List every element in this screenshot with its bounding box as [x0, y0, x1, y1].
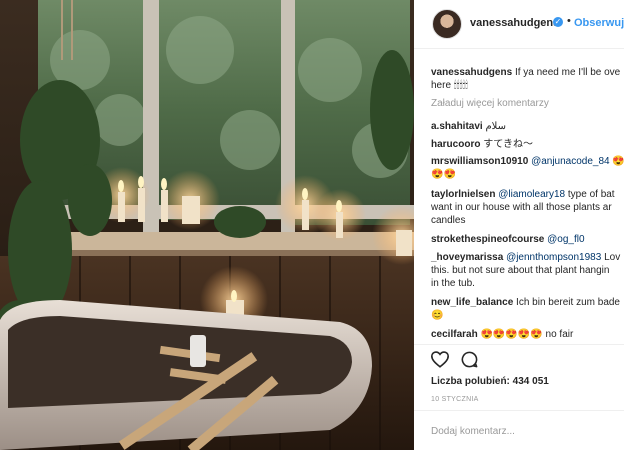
comment-text: 😍😍😍😍😍 no fair [480, 329, 574, 340]
comment-item: mrswilliamson10910 @anjunacode_84 😍😍😍 😍😍 [431, 155, 624, 181]
follow-button[interactable]: Obserwuj [574, 17, 624, 29]
comment-text: type of bat [567, 189, 615, 200]
comment-item: a.shahitavi سلام [431, 120, 624, 133]
verified-badge-icon: ✓ [553, 17, 563, 27]
comment-mention[interactable]: @jennthompson1983 [506, 252, 601, 263]
comment-username[interactable]: _hoveymarissa [431, 252, 503, 263]
comment-item: new_life_balance Ich bin bereit zum bade… [431, 296, 624, 322]
comment-username[interactable]: mrswilliamson10910 [431, 156, 528, 167]
caption-text-2: here 🕯🕯🕯🕯🕯 [431, 80, 468, 91]
comment-text: 😍😍😍 [612, 156, 624, 167]
comment-text-2: this. but not sure about that plant hang… [431, 265, 610, 276]
comment-username[interactable]: taylorlnielsen [431, 189, 495, 200]
divider [414, 410, 624, 411]
comment-item: strokethespineofcourse @og_fl0 [431, 233, 624, 246]
separator-dot: • [567, 15, 571, 27]
load-more-comments-link[interactable]: Załaduj więcej komentarzy [431, 98, 549, 109]
comment-text: すてきね〜 [483, 139, 534, 150]
comment-username[interactable]: harucooro [431, 139, 480, 150]
comment-text-2: want in our house with all those plants … [431, 202, 612, 213]
comment-username[interactable]: cecilfarah [431, 329, 478, 340]
likes-count[interactable]: Liczba polubień: 434 051 [431, 376, 549, 387]
post-header: vanessahudgens ✓ • Obserwuj [414, 0, 624, 49]
post-photo[interactable] [0, 0, 414, 450]
comment-username[interactable]: a.shahitavi [431, 121, 483, 132]
avatar[interactable] [432, 9, 462, 39]
comment-text-3: in the tub. [431, 278, 475, 289]
caption-username[interactable]: vanessahudgens [431, 67, 512, 78]
comment-mention[interactable]: @liamoleary18 [498, 189, 565, 200]
comment-mention[interactable]: @anjunacode_84 [531, 156, 610, 167]
caption: vanessahudgens If ya need me I'll be ove… [431, 66, 624, 92]
heart-icon[interactable] [430, 350, 450, 373]
comments-list: vanessahudgens If ya need me I'll be ove… [414, 58, 624, 344]
comment-username[interactable]: new_life_balance [431, 297, 513, 308]
comment-text-2: 😊 [431, 310, 444, 321]
comment-item: cecilfarah 😍😍😍😍😍 no fair [431, 328, 624, 341]
post-actions [430, 350, 510, 370]
comment-text-2: 😍😍 [431, 169, 456, 180]
comment-text: سلام [485, 121, 507, 132]
comment-mention[interactable]: @og_fl0 [547, 234, 584, 245]
bathroom-candles-image [0, 0, 414, 450]
comment-bubble-icon[interactable] [460, 350, 479, 374]
post-side-panel: vanessahudgens ✓ • Obserwuj vanessahudge… [414, 0, 624, 450]
comment-item: _hoveymarissa @jennthompson1983 Lov this… [431, 251, 624, 290]
comment-text-3: candles [431, 215, 466, 226]
header-username[interactable]: vanessahudgens [470, 17, 559, 29]
comment-text: Ich bin bereit zum bade [516, 297, 620, 308]
comment-item: taylorlnielsen @liamoleary18 type of bat… [431, 188, 624, 227]
divider [414, 344, 624, 345]
caption-text: If ya need me I'll be ove [514, 67, 621, 78]
add-comment-input[interactable]: Dodaj komentarz... [431, 426, 515, 437]
post-date: 10 STYCZNIA [431, 396, 479, 403]
instagram-post-view: vanessahudgens ✓ • Obserwuj vanessahudge… [0, 0, 624, 450]
comment-username[interactable]: strokethespineofcourse [431, 234, 544, 245]
comment-item: harucooro すてきね〜 [431, 138, 624, 151]
comment-text: Lov [604, 252, 621, 263]
